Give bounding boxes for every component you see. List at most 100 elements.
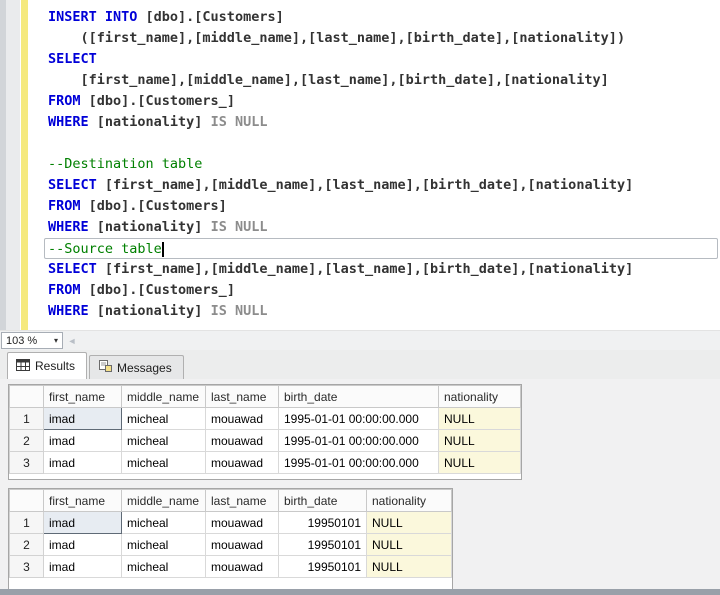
text-caret (162, 242, 164, 257)
cell-nationality[interactable]: NULL (367, 534, 452, 556)
row-number[interactable]: 1 (10, 408, 44, 430)
results-grid-icon (16, 359, 30, 374)
code-token: FROM (48, 198, 81, 214)
column-header-first_name[interactable]: first_name (44, 490, 122, 512)
sql-editor[interactable]: INSERT INTO [dbo].[Customers] ([first_na… (0, 0, 720, 330)
code-line[interactable]: INSERT INTO [dbo].[Customers] (48, 7, 718, 28)
tab-label: Results (35, 359, 75, 373)
code-token: FROM (48, 93, 81, 109)
grid-padding (9, 474, 521, 479)
code-line[interactable] (48, 133, 718, 154)
code-line[interactable]: --Destination table (48, 154, 718, 175)
bottom-splitter-bar[interactable] (0, 589, 720, 595)
cell-last_name[interactable]: mouawad (206, 408, 279, 430)
grid-padding (9, 578, 452, 589)
column-header-last_name[interactable]: last_name (206, 490, 279, 512)
code-line[interactable]: ([first_name],[middle_name],[last_name],… (48, 28, 718, 49)
code-line[interactable]: FROM [dbo].[Customers_] (48, 280, 718, 301)
results-tab-strip: Results Messages (0, 350, 720, 379)
cell-last_name[interactable]: mouawad (206, 452, 279, 474)
cell-nationality[interactable]: NULL (439, 430, 521, 452)
cell-first_name[interactable]: imad (44, 452, 122, 474)
code-token: --Destination table (48, 156, 202, 172)
row-number[interactable]: 2 (10, 534, 44, 556)
code-token: [nationality] (89, 219, 203, 235)
cell-birth_date[interactable]: 19950101 (279, 556, 367, 578)
table-row: 2imadmichealmouawad19950101NULL (10, 534, 452, 556)
column-header-nationality[interactable]: nationality (367, 490, 452, 512)
results-grid-1: first_namemiddle_namelast_namebirth_date… (8, 384, 522, 480)
cell-middle_name[interactable]: micheal (122, 556, 206, 578)
column-header-first_name[interactable]: first_name (44, 386, 122, 408)
zoom-level-combobox[interactable]: 103 % ▾ (1, 332, 63, 349)
horizontal-scrollbar-track[interactable] (81, 332, 720, 349)
grid-corner[interactable] (10, 490, 44, 512)
cell-nationality[interactable]: NULL (367, 556, 452, 578)
cell-middle_name[interactable]: micheal (122, 534, 206, 556)
zoom-level-value: 103 % (6, 335, 37, 347)
cell-first_name[interactable]: imad (44, 430, 122, 452)
code-token: FROM (48, 282, 81, 298)
code-token: --Source table (48, 241, 162, 257)
code-token: IS NULL (202, 219, 267, 235)
table-row: 1imadmichealmouawad1995-01-01 00:00:00.0… (10, 408, 521, 430)
column-header-middle_name[interactable]: middle_name (122, 490, 206, 512)
cell-last_name[interactable]: mouawad (206, 534, 279, 556)
cell-last_name[interactable]: mouawad (206, 512, 279, 534)
column-header-last_name[interactable]: last_name (206, 386, 279, 408)
messages-icon (98, 360, 112, 375)
cell-birth_date[interactable]: 19950101 (279, 512, 367, 534)
cell-birth_date[interactable]: 1995-01-01 00:00:00.000 (279, 430, 439, 452)
tab-messages[interactable]: Messages (89, 355, 184, 379)
cell-birth_date[interactable]: 1995-01-01 00:00:00.000 (279, 452, 439, 474)
code-line[interactable]: SELECT [first_name],[middle_name],[last_… (48, 259, 718, 280)
code-token: SELECT (48, 261, 97, 277)
code-token: WHERE (48, 219, 89, 235)
cell-first_name[interactable]: imad (44, 408, 122, 430)
change-tracking-bar (21, 0, 28, 330)
tab-results[interactable]: Results (7, 352, 87, 379)
cell-last_name[interactable]: mouawad (206, 556, 279, 578)
code-area[interactable]: INSERT INTO [dbo].[Customers] ([first_na… (48, 7, 718, 322)
column-header-birth_date[interactable]: birth_date (279, 490, 367, 512)
cell-last_name[interactable]: mouawad (206, 430, 279, 452)
code-line[interactable]: FROM [dbo].[Customers] (48, 196, 718, 217)
cell-nationality[interactable]: NULL (439, 452, 521, 474)
cell-birth_date[interactable]: 1995-01-01 00:00:00.000 (279, 408, 439, 430)
code-token: ([first_name],[middle_name],[last_name],… (48, 30, 625, 46)
code-token: [dbo].[Customers_] (81, 282, 235, 298)
column-header-nationality[interactable]: nationality (439, 386, 521, 408)
code-line[interactable]: --Source table (44, 238, 718, 259)
code-token: [first_name],[middle_name],[last_name],[… (97, 261, 633, 277)
code-line[interactable]: WHERE [nationality] IS NULL (48, 301, 718, 322)
cell-middle_name[interactable]: micheal (122, 430, 206, 452)
code-token: [first_name],[middle_name],[last_name],[… (48, 72, 609, 88)
scroll-left-button[interactable]: ◄ (63, 332, 81, 349)
column-header-middle_name[interactable]: middle_name (122, 386, 206, 408)
chevron-down-icon[interactable]: ▾ (54, 337, 58, 345)
cell-middle_name[interactable]: micheal (122, 408, 206, 430)
code-token: SELECT (48, 177, 97, 193)
table-row: 2imadmichealmouawad1995-01-01 00:00:00.0… (10, 430, 521, 452)
grid-corner[interactable] (10, 386, 44, 408)
row-number[interactable]: 1 (10, 512, 44, 534)
code-token: [dbo].[Customers] (137, 9, 283, 25)
code-line[interactable]: WHERE [nationality] IS NULL (48, 112, 718, 133)
code-line[interactable]: SELECT [first_name],[middle_name],[last_… (48, 175, 718, 196)
cell-middle_name[interactable]: micheal (122, 452, 206, 474)
column-header-birth_date[interactable]: birth_date (279, 386, 439, 408)
row-number[interactable]: 3 (10, 452, 44, 474)
cell-nationality[interactable]: NULL (367, 512, 452, 534)
cell-first_name[interactable]: imad (44, 556, 122, 578)
cell-middle_name[interactable]: micheal (122, 512, 206, 534)
code-line[interactable]: WHERE [nationality] IS NULL (48, 217, 718, 238)
code-line[interactable]: FROM [dbo].[Customers_] (48, 91, 718, 112)
cell-first_name[interactable]: imad (44, 512, 122, 534)
row-number[interactable]: 2 (10, 430, 44, 452)
code-line[interactable]: [first_name],[middle_name],[last_name],[… (48, 70, 718, 91)
cell-first_name[interactable]: imad (44, 534, 122, 556)
cell-nationality[interactable]: NULL (439, 408, 521, 430)
cell-birth_date[interactable]: 19950101 (279, 534, 367, 556)
code-line[interactable]: SELECT (48, 49, 718, 70)
row-number[interactable]: 3 (10, 556, 44, 578)
